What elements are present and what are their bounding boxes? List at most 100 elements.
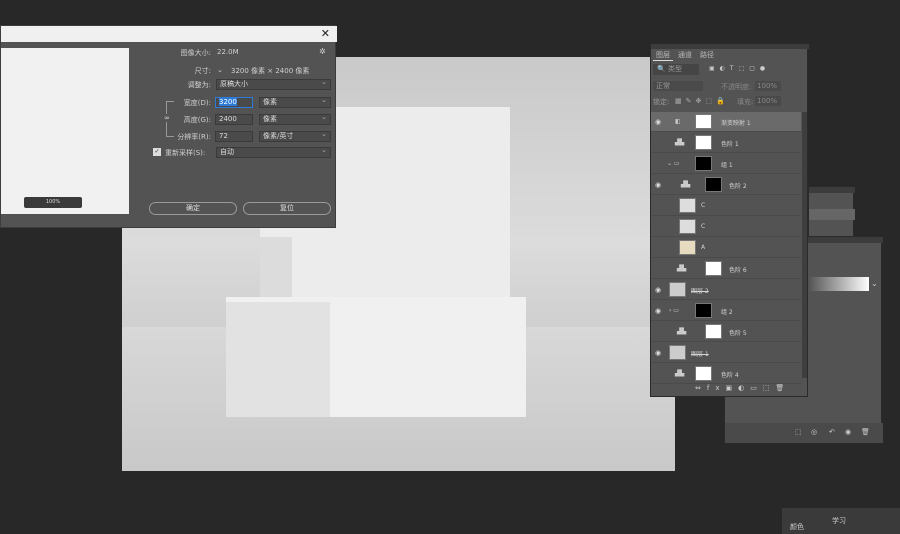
dims-value: 3200 像素 × 2400 像素 [231, 67, 310, 75]
height-value: 2400 [219, 115, 237, 123]
layer-thumb [669, 345, 686, 360]
blend-mode-select[interactable]: 正常 [653, 81, 703, 91]
opacity-input[interactable]: 100% [755, 81, 781, 91]
layer-name: 组 1 [721, 162, 733, 169]
layer-name: 渐变映射 1 [721, 120, 751, 127]
layer-name: 色阶 6 [729, 267, 747, 274]
levels-icon: ▟▙ [677, 265, 687, 272]
filter-icons[interactable]: ▣◐T⬚▢● [709, 65, 770, 72]
kind-filter[interactable]: 🔍 类型 [653, 64, 699, 75]
layer-mask [695, 303, 712, 318]
image-size-label: 图像大小: [180, 49, 211, 57]
blend-mode: 正常 [656, 82, 670, 90]
levels-icon: ▟▙ [681, 181, 691, 188]
eye-icon[interactable]: ◉ [655, 181, 661, 189]
tab-channels[interactable]: 通道 [675, 50, 695, 61]
layer-thumb [669, 282, 686, 297]
eye-icon[interactable]: ◉ [655, 307, 661, 315]
ok-button[interactable]: 确定 [149, 202, 237, 215]
lock-icons[interactable]: ▦✎✥⬚🔒 [675, 97, 729, 105]
layer-row[interactable]: ▟▙ 色阶 1 [651, 133, 801, 153]
layer-row[interactable]: C [651, 217, 801, 237]
resample-select[interactable]: 自动 [216, 146, 331, 158]
height-unit-select[interactable]: 像素 [259, 113, 331, 125]
zoom-control[interactable]: 100% [24, 197, 82, 208]
res-unit: 像素/英寸 [263, 132, 294, 140]
fill-input[interactable]: 100% [755, 96, 781, 106]
layer-mask [695, 114, 712, 129]
layer-mask [695, 135, 712, 150]
layer-row[interactable]: ▟▙ 色阶 6 [651, 259, 801, 279]
layer-list: ◉ ◧ 渐变映射 1 ▟▙ 色阶 1 ⌄ ▭ 组 1 ◉ ▟▙ 色阶 2 C C A ▟▙ 色… [651, 112, 801, 384]
layer-mask [695, 366, 712, 381]
layer-mask [705, 324, 722, 339]
tab-paths[interactable]: 路径 [697, 50, 717, 61]
layer-row[interactable]: ◉ ▟▙ 色阶 2 [651, 175, 801, 195]
width-value: 3200 [219, 98, 237, 106]
fit-select[interactable]: 原稿大小 [216, 78, 331, 90]
gradient-preview[interactable] [809, 277, 869, 291]
folder-icon[interactable]: ⌄ ▭ [667, 160, 680, 167]
view-icon[interactable]: ◎ [811, 428, 817, 436]
close-icon[interactable]: ✕ [321, 27, 330, 41]
layer-row[interactable]: ◉ 图层 1 [651, 343, 801, 363]
reset-button[interactable]: 复位 [243, 202, 331, 215]
eye-icon[interactable]: ◉ [655, 286, 661, 294]
adjust-icon: ◧ [675, 118, 681, 125]
bottom-box-side [226, 302, 330, 417]
image-size-dialog: ✕ 100% 图像大小: 22.0M ✲ 尺寸: ⌄ 3200 像素 × 240… [0, 25, 337, 228]
layer-row[interactable]: ⌄ ▭ 组 1 [651, 154, 801, 174]
layer-row[interactable]: A [651, 238, 801, 258]
layers-panel: 图层 通道 路径 🔍 类型 ▣◐T⬚▢● 正常 不透明度: 100% 锁定: ▦… [650, 43, 809, 397]
levels-icon: ▟▙ [677, 328, 687, 335]
dims-label: 尺寸: [194, 67, 211, 75]
layer-footer-icons[interactable]: ⇔fx▣◐▭⬚🗑 [651, 380, 807, 396]
levels-icon: ▟▙ [675, 370, 685, 377]
layer-name: A [701, 244, 706, 251]
layer-row[interactable]: ◉ 图层 2 [651, 280, 801, 300]
panel-footer: ⬚ ◎ ↶ ◉ 🗑 [725, 423, 883, 443]
resample-label: 重新采样(S): [165, 149, 206, 157]
dialog-titlebar [1, 26, 337, 42]
fit-value: 原稿大小 [220, 80, 248, 88]
eye-icon[interactable]: ◉ [845, 428, 851, 436]
layer-mask [695, 156, 712, 171]
layer-name: 图层 1 [691, 351, 709, 358]
undo-icon[interactable]: ↶ [829, 428, 835, 436]
eye-icon[interactable]: ◉ [655, 349, 661, 357]
chevron-down-icon[interactable]: ⌄ [871, 279, 878, 288]
resample-value: 自动 [220, 148, 234, 156]
folder-icon[interactable]: › ▭ [669, 307, 679, 314]
height-input[interactable]: 2400 [215, 114, 253, 125]
layer-row[interactable]: ◉ ◧ 渐变映射 1 [651, 112, 801, 132]
layer-name: 色阶 2 [729, 183, 747, 190]
color-tab[interactable]: 颜色 [790, 522, 804, 532]
trash-icon[interactable]: 🗑 [861, 428, 870, 436]
gear-icon[interactable]: ✲ [319, 47, 326, 56]
scrollbar[interactable] [802, 112, 807, 378]
resample-checkbox[interactable]: ✓ [153, 148, 161, 156]
layer-mask [705, 261, 722, 276]
layer-name: 色阶 5 [729, 330, 747, 337]
image-preview[interactable] [1, 48, 129, 214]
res-input[interactable]: 72 [215, 131, 253, 142]
chevron-down-icon[interactable]: ⌄ [217, 66, 223, 74]
layer-row[interactable]: ▟▙ 色阶 5 [651, 322, 801, 342]
eye-icon[interactable]: ◉ [655, 118, 661, 126]
width-unit-select[interactable]: 像素 [259, 96, 331, 108]
height-label: 高度(G): [183, 116, 211, 124]
width-input[interactable]: 3200 [215, 97, 253, 108]
layer-row[interactable]: ◉ › ▭ 组 2 [651, 301, 801, 321]
res-unit-select[interactable]: 像素/英寸 [259, 130, 331, 142]
panel-bar [809, 187, 855, 193]
layer-name: 色阶 4 [721, 372, 739, 379]
layer-thumb [679, 198, 696, 213]
clip-icon[interactable]: ⬚ [795, 428, 802, 436]
res-value: 72 [219, 132, 228, 140]
width-label: 宽度(D): [183, 99, 211, 107]
learn-tab[interactable]: 学习 [832, 516, 846, 526]
layer-thumb [679, 240, 696, 255]
layer-name: C [701, 202, 706, 209]
tab-layers[interactable]: 图层 [653, 50, 673, 61]
layer-row[interactable]: C [651, 196, 801, 216]
